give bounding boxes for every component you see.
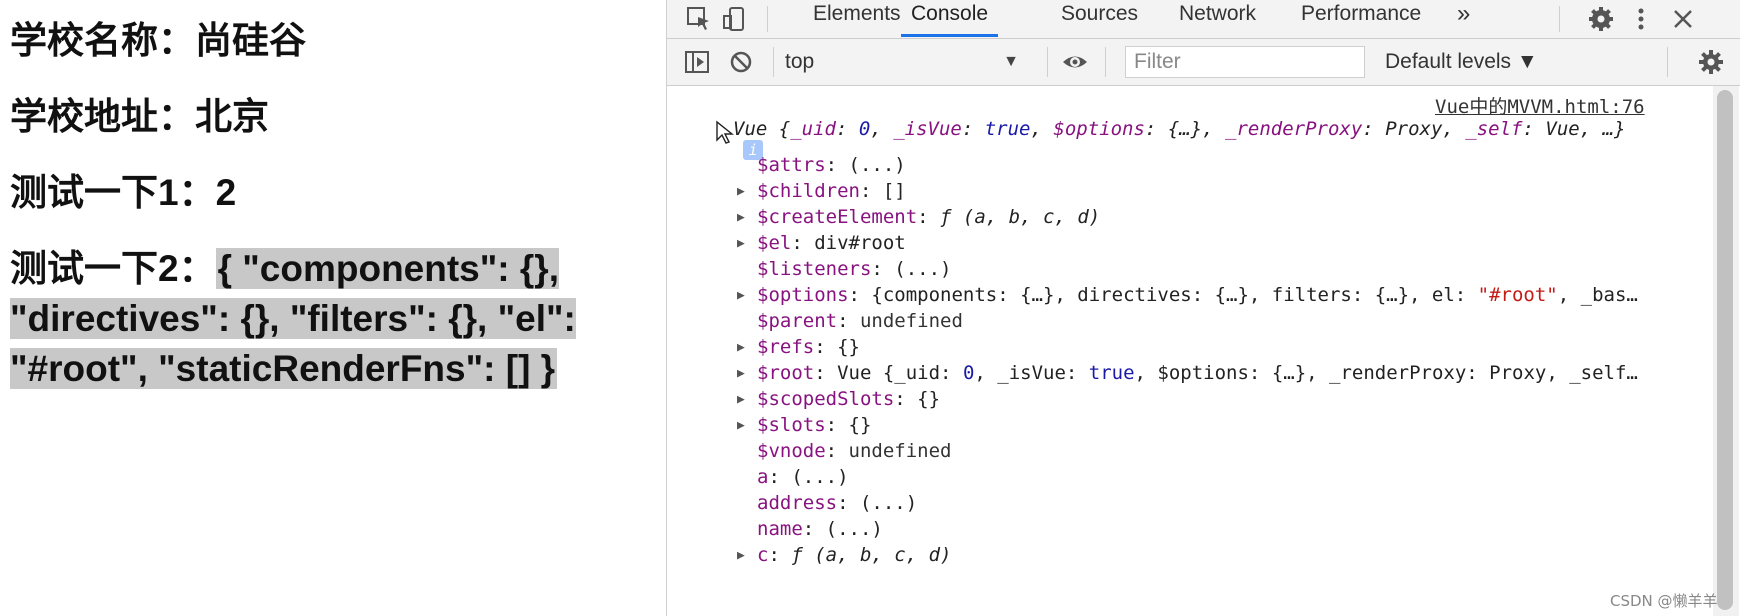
prop-address[interactable]: address: (...) bbox=[757, 492, 917, 514]
sidebar-toggle-icon[interactable] bbox=[683, 48, 711, 76]
divider bbox=[773, 47, 774, 77]
prop-attrs[interactable]: $attrs: (...) bbox=[757, 154, 906, 176]
divider bbox=[1667, 47, 1668, 77]
watermark: CSDN @懒羊羊 bbox=[1610, 592, 1718, 610]
expand-triangle-icon[interactable]: ▶ bbox=[737, 392, 745, 407]
prop-c[interactable]: c: ƒ (a, b, c, d) bbox=[757, 544, 952, 566]
expand-triangle-icon[interactable]: ▶ bbox=[737, 548, 745, 563]
divider bbox=[1105, 47, 1106, 77]
context-selector[interactable]: top ▼ bbox=[785, 48, 1025, 76]
prop-root[interactable]: $root: Vue {_uid: 0, _isVue: true, $opti… bbox=[757, 362, 1638, 384]
expand-triangle-icon[interactable]: ▶ bbox=[737, 418, 745, 433]
divider bbox=[767, 6, 768, 32]
inspect-element-icon[interactable] bbox=[685, 5, 713, 33]
divider bbox=[1559, 6, 1560, 32]
close-icon[interactable] bbox=[1669, 5, 1697, 33]
prop-children[interactable]: $children: [] bbox=[757, 180, 906, 202]
dropdown-arrow-icon: ▼ bbox=[1003, 53, 1019, 70]
more-tabs-icon[interactable]: » bbox=[1457, 0, 1470, 37]
mouse-cursor-icon bbox=[716, 120, 734, 144]
log-levels-dropdown[interactable]: Default levels ▼ bbox=[1385, 48, 1538, 76]
prop-parent[interactable]: $parent: undefined bbox=[757, 310, 963, 332]
more-options-icon[interactable] bbox=[1627, 5, 1655, 33]
console-settings-gear-icon[interactable] bbox=[1697, 48, 1725, 76]
console-output: Vue中的MVVM.html:76 Vue {_uid: 0, _isVue: … bbox=[667, 86, 1707, 616]
tab-elements[interactable]: Elements bbox=[813, 0, 901, 37]
prop-el[interactable]: $el: div#root bbox=[757, 232, 906, 254]
prop-createElement[interactable]: $createElement: ƒ (a, b, c, d) bbox=[757, 206, 1100, 228]
device-toolbar-icon[interactable] bbox=[721, 5, 749, 33]
vue-object-header[interactable]: Vue {_uid: 0, _isVue: true, $options: {…… bbox=[733, 118, 1625, 140]
console-scrollbar[interactable] bbox=[1713, 86, 1739, 616]
live-expression-eye-icon[interactable] bbox=[1061, 48, 1089, 76]
divider bbox=[1047, 47, 1048, 77]
devtools-panel: Elements Console Sources Network Perform… bbox=[666, 0, 1740, 616]
prop-listeners[interactable]: $listeners: (...) bbox=[757, 258, 951, 280]
expand-triangle-icon[interactable]: ▶ bbox=[737, 210, 745, 225]
context-value: top bbox=[785, 50, 815, 73]
tab-network[interactable]: Network bbox=[1179, 0, 1256, 37]
devtools-tabbar: Elements Console Sources Network Perform… bbox=[667, 0, 1740, 39]
prop-name[interactable]: name: (...) bbox=[757, 518, 883, 540]
expand-triangle-icon[interactable]: ▶ bbox=[737, 184, 745, 199]
prop-slots[interactable]: $slots: {} bbox=[757, 414, 871, 436]
tab-sources[interactable]: Sources bbox=[1061, 0, 1138, 37]
settings-gear-icon[interactable] bbox=[1587, 5, 1615, 33]
clear-console-icon[interactable] bbox=[727, 48, 755, 76]
expand-triangle-icon[interactable]: ▶ bbox=[737, 366, 745, 381]
expand-triangle-icon[interactable]: ▶ bbox=[737, 288, 745, 303]
prop-options[interactable]: $options: {components: {…}, directives: … bbox=[757, 284, 1638, 306]
filter-input[interactable]: Filter bbox=[1125, 46, 1365, 78]
tab-console[interactable]: Console bbox=[901, 0, 999, 37]
scrollbar-thumb[interactable] bbox=[1717, 90, 1733, 610]
expand-triangle-icon[interactable]: ▶ bbox=[737, 340, 745, 355]
prop-refs[interactable]: $refs: {} bbox=[757, 336, 860, 358]
expand-triangle-icon[interactable]: ▶ bbox=[737, 236, 745, 251]
console-toolbar: top ▼ Filter Default levels ▼ bbox=[667, 39, 1740, 86]
prop-scopedSlots[interactable]: $scopedSlots: {} bbox=[757, 388, 940, 410]
red-arrow-annotation bbox=[0, 0, 666, 616]
source-link[interactable]: Vue中的MVVM.html:76 bbox=[1435, 92, 1645, 119]
prop-vnode[interactable]: $vnode: undefined bbox=[757, 440, 951, 462]
rendered-page: 学校名称：尚硅谷 学校地址：北京 测试一下1：2 测试一下2：{ "compon… bbox=[0, 0, 666, 616]
prop-a[interactable]: a: (...) bbox=[757, 466, 849, 488]
tab-performance[interactable]: Performance bbox=[1301, 0, 1421, 37]
